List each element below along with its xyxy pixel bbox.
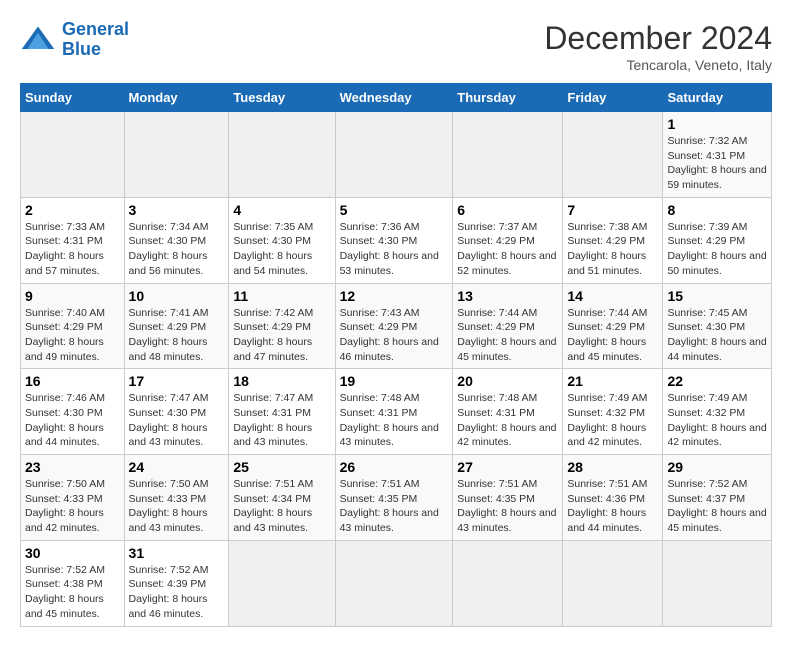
weekday-header-sunday: Sunday: [21, 84, 125, 112]
empty-cell: [229, 540, 335, 626]
month-title: December 2024: [544, 20, 772, 57]
day-cell-28: 28Sunrise: 7:51 AMSunset: 4:36 PMDayligh…: [563, 455, 663, 541]
empty-cell: [453, 112, 563, 198]
empty-cell: [229, 112, 335, 198]
title-block: December 2024 Tencarola, Veneto, Italy: [544, 20, 772, 73]
day-cell-26: 26Sunrise: 7:51 AMSunset: 4:35 PMDayligh…: [335, 455, 453, 541]
day-cell-30: 30Sunrise: 7:52 AMSunset: 4:38 PMDayligh…: [21, 540, 125, 626]
day-cell-9: 9Sunrise: 7:40 AMSunset: 4:29 PMDaylight…: [21, 283, 125, 369]
location-subtitle: Tencarola, Veneto, Italy: [544, 57, 772, 73]
empty-cell: [124, 112, 229, 198]
day-cell-29: 29Sunrise: 7:52 AMSunset: 4:37 PMDayligh…: [663, 455, 772, 541]
weekday-header-tuesday: Tuesday: [229, 84, 335, 112]
calendar-week-5: 23Sunrise: 7:50 AMSunset: 4:33 PMDayligh…: [21, 455, 772, 541]
day-cell-21: 21Sunrise: 7:49 AMSunset: 4:32 PMDayligh…: [563, 369, 663, 455]
empty-cell: [335, 540, 453, 626]
calendar-week-4: 16Sunrise: 7:46 AMSunset: 4:30 PMDayligh…: [21, 369, 772, 455]
day-cell-31: 31Sunrise: 7:52 AMSunset: 4:39 PMDayligh…: [124, 540, 229, 626]
day-cell-2: 2Sunrise: 7:33 AMSunset: 4:31 PMDaylight…: [21, 197, 125, 283]
calendar-table: SundayMondayTuesdayWednesdayThursdayFrid…: [20, 83, 772, 627]
empty-cell: [563, 112, 663, 198]
calendar-week-6: 30Sunrise: 7:52 AMSunset: 4:38 PMDayligh…: [21, 540, 772, 626]
day-cell-18: 18Sunrise: 7:47 AMSunset: 4:31 PMDayligh…: [229, 369, 335, 455]
logo-icon: [20, 22, 56, 58]
day-cell-19: 19Sunrise: 7:48 AMSunset: 4:31 PMDayligh…: [335, 369, 453, 455]
day-cell-22: 22Sunrise: 7:49 AMSunset: 4:32 PMDayligh…: [663, 369, 772, 455]
day-cell-8: 8Sunrise: 7:39 AMSunset: 4:29 PMDaylight…: [663, 197, 772, 283]
weekday-header-row: SundayMondayTuesdayWednesdayThursdayFrid…: [21, 84, 772, 112]
logo-text: General Blue: [62, 20, 129, 60]
empty-cell: [335, 112, 453, 198]
day-cell-1: 1Sunrise: 7:32 AMSunset: 4:31 PMDaylight…: [663, 112, 772, 198]
page-header: General Blue December 2024 Tencarola, Ve…: [20, 20, 772, 73]
day-cell-25: 25Sunrise: 7:51 AMSunset: 4:34 PMDayligh…: [229, 455, 335, 541]
weekday-header-wednesday: Wednesday: [335, 84, 453, 112]
day-cell-15: 15Sunrise: 7:45 AMSunset: 4:30 PMDayligh…: [663, 283, 772, 369]
day-cell-7: 7Sunrise: 7:38 AMSunset: 4:29 PMDaylight…: [563, 197, 663, 283]
day-cell-11: 11Sunrise: 7:42 AMSunset: 4:29 PMDayligh…: [229, 283, 335, 369]
day-cell-4: 4Sunrise: 7:35 AMSunset: 4:30 PMDaylight…: [229, 197, 335, 283]
day-cell-16: 16Sunrise: 7:46 AMSunset: 4:30 PMDayligh…: [21, 369, 125, 455]
empty-cell: [563, 540, 663, 626]
logo: General Blue: [20, 20, 129, 60]
weekday-header-saturday: Saturday: [663, 84, 772, 112]
logo-blue: Blue: [62, 40, 129, 60]
calendar-week-1: 1Sunrise: 7:32 AMSunset: 4:31 PMDaylight…: [21, 112, 772, 198]
day-cell-3: 3Sunrise: 7:34 AMSunset: 4:30 PMDaylight…: [124, 197, 229, 283]
empty-cell: [453, 540, 563, 626]
weekday-header-friday: Friday: [563, 84, 663, 112]
day-cell-6: 6Sunrise: 7:37 AMSunset: 4:29 PMDaylight…: [453, 197, 563, 283]
day-cell-12: 12Sunrise: 7:43 AMSunset: 4:29 PMDayligh…: [335, 283, 453, 369]
day-cell-24: 24Sunrise: 7:50 AMSunset: 4:33 PMDayligh…: [124, 455, 229, 541]
day-cell-27: 27Sunrise: 7:51 AMSunset: 4:35 PMDayligh…: [453, 455, 563, 541]
day-cell-13: 13Sunrise: 7:44 AMSunset: 4:29 PMDayligh…: [453, 283, 563, 369]
day-cell-23: 23Sunrise: 7:50 AMSunset: 4:33 PMDayligh…: [21, 455, 125, 541]
day-cell-10: 10Sunrise: 7:41 AMSunset: 4:29 PMDayligh…: [124, 283, 229, 369]
calendar-week-2: 2Sunrise: 7:33 AMSunset: 4:31 PMDaylight…: [21, 197, 772, 283]
calendar-week-3: 9Sunrise: 7:40 AMSunset: 4:29 PMDaylight…: [21, 283, 772, 369]
logo-general: General: [62, 19, 129, 39]
empty-cell: [21, 112, 125, 198]
day-cell-20: 20Sunrise: 7:48 AMSunset: 4:31 PMDayligh…: [453, 369, 563, 455]
empty-cell: [663, 540, 772, 626]
weekday-header-monday: Monday: [124, 84, 229, 112]
day-cell-14: 14Sunrise: 7:44 AMSunset: 4:29 PMDayligh…: [563, 283, 663, 369]
day-cell-5: 5Sunrise: 7:36 AMSunset: 4:30 PMDaylight…: [335, 197, 453, 283]
weekday-header-thursday: Thursday: [453, 84, 563, 112]
day-cell-17: 17Sunrise: 7:47 AMSunset: 4:30 PMDayligh…: [124, 369, 229, 455]
